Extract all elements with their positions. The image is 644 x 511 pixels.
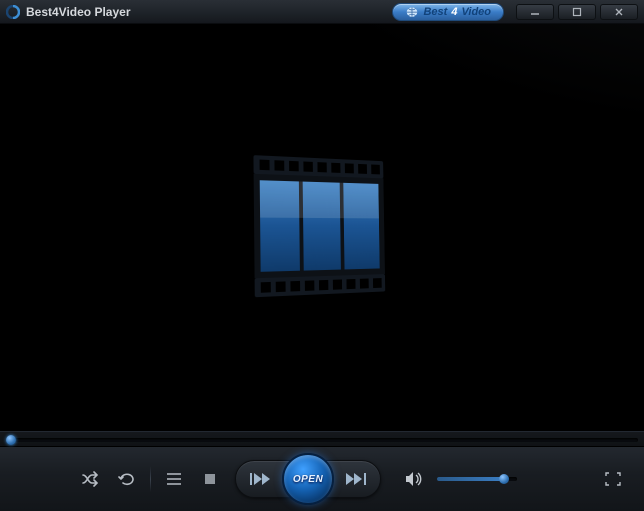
volume-fill [437,477,501,481]
volume-slider[interactable] [437,477,517,481]
open-play-button[interactable]: OPEN [282,453,334,505]
stop-button[interactable] [195,466,225,492]
progress-track [6,438,638,442]
video-canvas[interactable] [0,24,644,431]
volume-group [399,466,517,492]
maximize-button[interactable] [558,4,596,20]
separator [150,466,151,492]
app-icon [6,5,20,19]
titlebar: Best4Video Player Best 4 Video [0,0,644,24]
filmstrip-placeholder-icon [243,144,394,312]
control-bar: OPEN [0,447,644,511]
minimize-button[interactable] [516,4,554,20]
app-title: Best4Video Player [26,5,131,19]
progress-bar[interactable] [0,431,644,447]
shuffle-button[interactable] [76,466,106,492]
brand-word-1: Best [423,6,447,18]
volume-button[interactable] [399,466,429,492]
repeat-button[interactable] [112,466,142,492]
brand-word-3: Video [461,6,491,18]
brand-badge[interactable]: Best 4 Video [392,3,504,21]
playlist-button[interactable] [159,466,189,492]
fullscreen-button[interactable] [598,466,628,492]
volume-thumb[interactable] [499,474,509,484]
next-button[interactable] [332,464,374,494]
open-label: OPEN [293,474,323,485]
brand-word-2: 4 [451,6,457,18]
previous-button[interactable] [242,464,284,494]
left-controls [76,466,225,492]
close-button[interactable] [600,4,638,20]
transport-cluster: OPEN [235,460,381,498]
globe-icon [405,6,419,18]
progress-thumb[interactable] [6,435,16,445]
